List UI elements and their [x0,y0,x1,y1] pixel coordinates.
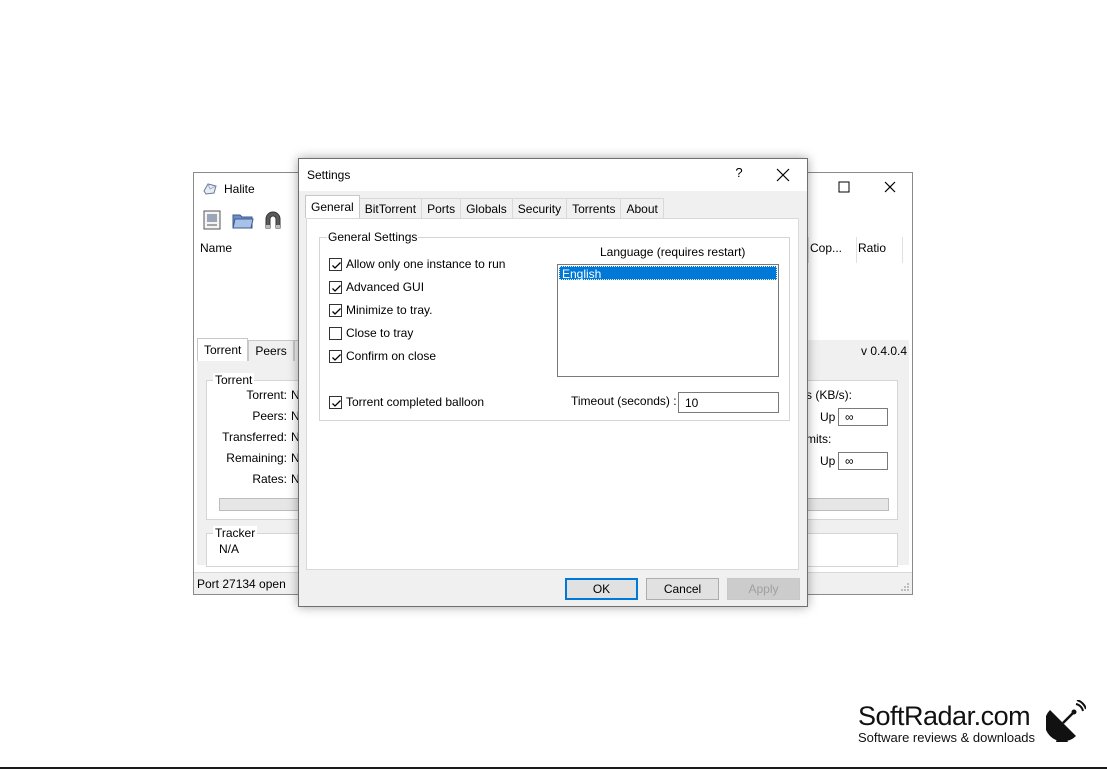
cancel-button[interactable]: Cancel [646,578,719,600]
column-name[interactable]: Name [200,241,232,255]
tab-torrent[interactable]: Torrent [197,338,249,361]
open-folder-icon[interactable] [232,209,254,231]
magnet-icon[interactable] [262,209,284,231]
checkbox-box[interactable] [329,257,342,271]
general-tab-panel: General Settings Allow only one instance… [306,218,799,570]
tab-peers[interactable]: Peers [248,340,294,361]
checkmark-icon [332,284,341,292]
softradar-watermark: SoftRadar.com Software reviews & downloa… [858,701,1035,745]
stat-label-remaining: Remaining: [226,451,287,465]
close-icon[interactable] [880,179,900,195]
tab-security[interactable]: Security [511,198,568,218]
checkbox-box[interactable] [329,349,342,363]
column-ratio[interactable]: Ratio [858,241,902,255]
version-label: v 0.4.0.4 [861,344,908,358]
settings-dialog: Settings ? General Settings Allow only o… [298,158,808,607]
limit-up-input[interactable]: ∞ [838,452,888,470]
checkmark-icon [332,353,341,361]
apply-button[interactable]: Apply [727,578,800,600]
checkmark-icon [332,307,341,315]
maximize-icon[interactable] [834,179,854,195]
main-toolbar [202,209,284,231]
ok-button[interactable]: OK [565,578,638,600]
watermark-name: SoftRadar.com [858,701,1031,731]
help-icon[interactable]: ? [733,165,745,185]
checkbox-box[interactable] [329,326,342,340]
checkmark-icon [332,261,341,269]
tab-ports[interactable]: Ports [421,198,462,218]
checkmark-icon [332,399,341,407]
checkbox-minimize-to-tray[interactable]: Minimize to tray. [329,302,432,318]
dialog-close-icon[interactable] [774,167,792,183]
watermark-tagline: Software reviews & downloads [858,730,1036,745]
tab-globals[interactable]: Globals [460,198,513,218]
torrent-group-title: Torrent [213,373,255,387]
checkbox-label: Minimize to tray. [346,303,433,317]
tab-about[interactable]: About [620,198,664,218]
column-separator [856,237,857,263]
halite-app-icon [203,183,217,195]
checkbox-box[interactable] [329,303,342,317]
timeout-input[interactable] [678,392,779,413]
language-label: Language (requires restart) [600,245,746,259]
resize-grip-icon[interactable] [900,582,910,592]
checkbox-label: Confirm on close [346,349,437,363]
column-copies[interactable]: Cop... [810,241,856,263]
timeout-label: Timeout (seconds) : [571,394,677,408]
language-option[interactable]: English [559,266,777,281]
checkbox-close-to-tray[interactable]: Close to tray [329,325,413,341]
tracker-value: N/A [219,542,240,556]
checkbox-advanced-gui[interactable]: Advanced GUI [329,279,424,295]
rate-limits-label: s (KB/s): [806,388,853,402]
stat-label-peers: Peers: [252,409,287,423]
satellite-dish-icon [1046,700,1086,742]
checkbox-confirm-on-close[interactable]: Confirm on close [329,348,436,364]
rate-up-input[interactable]: ∞ [838,408,888,426]
column-separator [808,237,809,263]
tab-torrents[interactable]: Torrents [566,198,622,218]
stat-label-rates: Rates: [252,472,287,486]
stat-label-transferred: Transferred: [222,430,287,444]
new-torrent-icon[interactable] [202,209,224,231]
language-listbox[interactable]: English [557,264,779,377]
stat-label-torrent: Torrent: [246,388,287,402]
general-settings-title: General Settings [327,230,419,244]
main-title: Halite [224,182,255,196]
dialog-title: Settings [307,168,351,182]
general-settings-group: General Settings Allow only one instance… [319,230,790,421]
checkbox-label: Torrent completed balloon [346,395,485,409]
checkbox-label: Close to tray [346,326,414,340]
tab-general[interactable]: General [305,195,360,218]
settings-tabs: General BitTorrent Ports Globals Securit… [305,195,664,220]
rate-up-label: Up [820,410,836,424]
limits-label: mits: [806,432,832,446]
checkbox-completed-balloon[interactable]: Torrent completed balloon [329,394,484,410]
status-text: Port 27134 open [197,577,286,591]
limit-up-label: Up [820,454,836,468]
tracker-group-title: Tracker [213,526,258,540]
checkbox-label: Advanced GUI [346,280,425,294]
checkbox-box[interactable] [329,395,342,409]
checkbox-box[interactable] [329,280,342,294]
main-titlebar: Halite [202,179,255,199]
checkbox-label: Allow only one instance to run [346,257,506,271]
checkbox-single-instance[interactable]: Allow only one instance to run [329,256,505,272]
tab-bittorrent[interactable]: BitTorrent [358,198,423,218]
dialog-titlebar: Settings ? [299,159,807,191]
column-separator [902,237,903,263]
